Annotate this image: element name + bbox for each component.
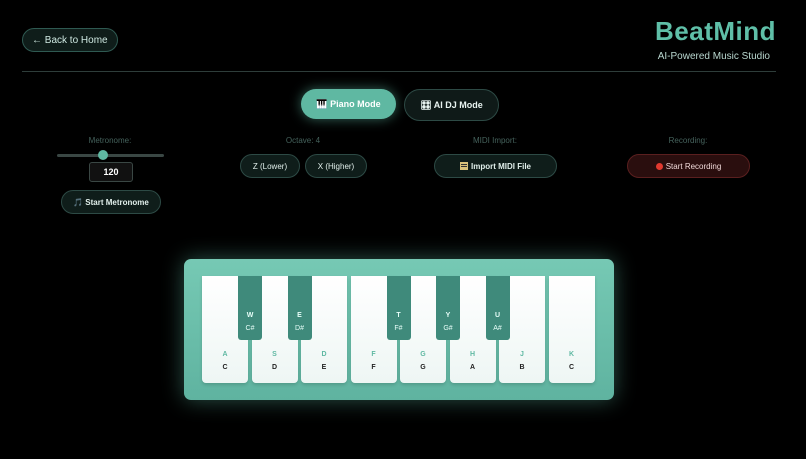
brand-subtitle: AI-Powered Music Studio (657, 51, 770, 62)
black-key[interactable]: E D# (287, 276, 312, 340)
black-key-note: F# (394, 325, 403, 332)
white-key-note: B (519, 364, 525, 371)
piano-keyboard: A C S D D E F F G G H A J B K C W C# E D# T F# Y G# U A# (184, 259, 614, 400)
octave-higher-label: X (Higher) (317, 161, 355, 171)
start-recording-button[interactable]: Start Recording (627, 154, 750, 178)
tempo-slider-thumb[interactable] (98, 150, 108, 160)
black-key[interactable]: U A# (485, 276, 510, 340)
black-key-note: G# (443, 325, 453, 332)
import-midi-button[interactable]: Import MIDI File (434, 154, 557, 178)
white-key-note: A (469, 364, 476, 371)
black-key-shortcut: T (396, 312, 401, 319)
start-metronome-label: 🎵 Start Metronome (73, 197, 149, 207)
tempo-slider[interactable] (57, 150, 164, 160)
white-key-note: D (271, 364, 278, 371)
white-key-note: C (568, 364, 575, 371)
black-key[interactable]: T F# (386, 276, 411, 340)
music-file-icon (460, 162, 468, 170)
white-key-shortcut: K (568, 351, 575, 358)
black-key-shortcut: W (246, 312, 254, 319)
back-to-home-button[interactable]: ← Back to Home (22, 28, 118, 52)
piano-mode-label: 🎹 Piano Mode (316, 98, 381, 109)
white-key-shortcut: S (272, 351, 277, 358)
brand: BeatMind AI-Powered Music Studio (655, 16, 776, 62)
tempo-value[interactable]: 120 (89, 162, 133, 182)
midi-import-label: MIDI Import: (472, 136, 517, 145)
white-key-shortcut: F (371, 351, 376, 358)
ai-dj-mode-button[interactable]: 🎛 AI DJ Mode (404, 89, 499, 121)
black-key-note: D# (295, 325, 304, 332)
record-dot-icon (655, 162, 663, 170)
header-divider (22, 71, 776, 72)
white-key[interactable]: KC (548, 276, 595, 383)
black-key-shortcut: Y (445, 312, 451, 319)
black-key[interactable]: Y G# (436, 276, 460, 340)
black-key-shortcut: U (494, 312, 501, 319)
metronome-label: Metronome: (88, 136, 132, 145)
white-key-shortcut: H (469, 351, 476, 358)
white-key-note: G (420, 364, 426, 371)
import-midi-label: Import MIDI File (471, 161, 531, 171)
start-metronome-button[interactable]: 🎵 Start Metronome (61, 190, 161, 214)
tempo-value-text: 120 (103, 167, 119, 177)
piano-mode-button[interactable]: 🎹 Piano Mode (301, 89, 396, 119)
recording-label: Recording: (668, 136, 708, 145)
octave-label: Octave: 4 (285, 136, 321, 145)
white-key-note: C (222, 364, 228, 371)
white-key-shortcut: J (520, 351, 524, 358)
black-key-note: C# (245, 325, 255, 332)
back-button-label: ← Back to Home (32, 34, 108, 46)
octave-lower-label: Z (Lower) (252, 161, 288, 171)
white-key-shortcut: D (321, 351, 327, 358)
brand-title: BeatMind (655, 16, 776, 46)
white-key-note: F (371, 364, 376, 371)
white-key-shortcut: A (222, 351, 228, 358)
black-key-shortcut: E (297, 312, 302, 319)
white-key-shortcut: G (420, 351, 426, 358)
white-key-note: E (321, 364, 327, 371)
octave-higher-button[interactable]: X (Higher) (305, 154, 367, 178)
black-key[interactable]: W C# (238, 276, 262, 340)
octave-lower-button[interactable]: Z (Lower) (240, 154, 300, 178)
ai-dj-mode-label: 🎛 AI DJ Mode (420, 99, 483, 110)
black-key-note: A# (493, 325, 502, 332)
start-recording-label: Start Recording (665, 161, 722, 171)
